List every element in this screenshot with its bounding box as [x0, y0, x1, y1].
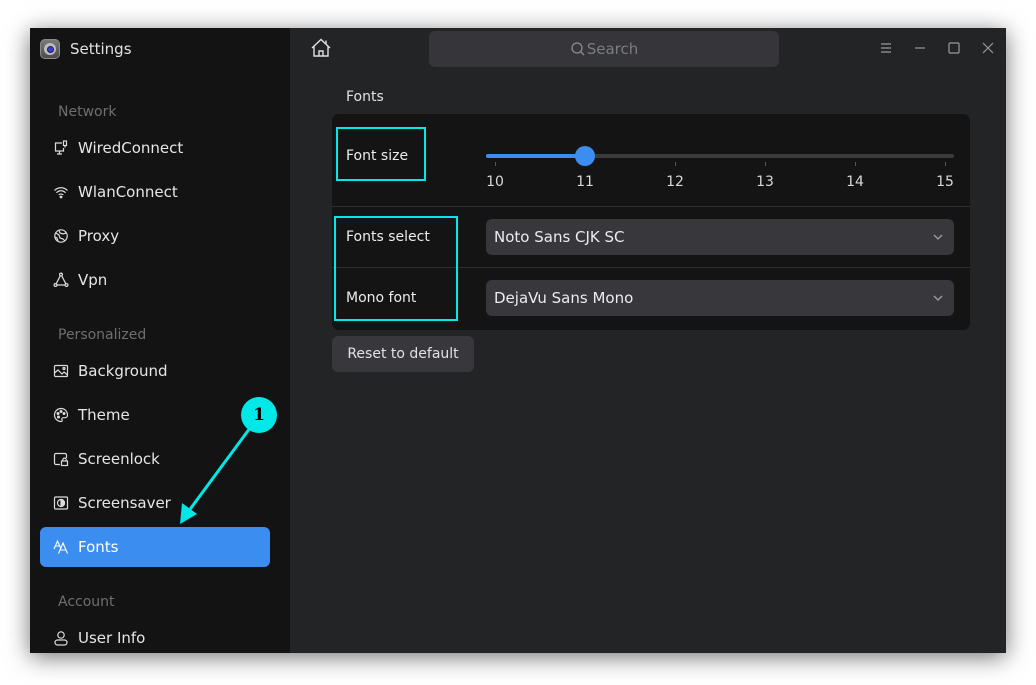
- slider-tick-label: 12: [666, 174, 684, 190]
- font-size-slider[interactable]: 10 11 12 13 14 15: [486, 144, 954, 190]
- sidebar: Settings Network WiredConnect WlanConnec…: [30, 28, 290, 653]
- sidebar-item-fonts[interactable]: Fonts: [40, 527, 270, 567]
- sidebar-item-label: Fonts: [78, 538, 119, 556]
- divider: [332, 267, 970, 268]
- vpn-icon: [53, 272, 69, 288]
- sidebar-item-label: Screenlock: [78, 450, 160, 468]
- image-icon: [53, 363, 69, 379]
- slider-tick-label: 13: [756, 174, 774, 190]
- menu-icon: [881, 43, 891, 53]
- fonts-settings-card: Font size 10 11 12 13 14 15 Fonts select Noto…: [332, 114, 970, 330]
- sidebar-item-wiredconnect[interactable]: WiredConnect: [40, 128, 270, 168]
- sidebar-item-wlanconnect[interactable]: WlanConnect: [40, 172, 270, 212]
- settings-window: Settings Network WiredConnect WlanConnec…: [30, 28, 1006, 653]
- user-icon: [53, 630, 69, 646]
- search-icon: [571, 42, 585, 56]
- fonts-icon: [53, 539, 69, 555]
- mono-font-value: DejaVu Sans Mono: [494, 289, 634, 307]
- mono-font-label: Mono font: [346, 290, 417, 306]
- slider-fill: [486, 154, 585, 158]
- sidebar-item-theme[interactable]: Theme: [40, 395, 270, 435]
- sidebar-item-label: WiredConnect: [78, 139, 184, 157]
- maximize-button[interactable]: [946, 40, 962, 56]
- title-bar: Search: [290, 28, 1006, 72]
- wifi-icon: [53, 184, 69, 200]
- group-label-network: Network: [58, 104, 117, 120]
- sidebar-item-label: User Info: [78, 629, 146, 647]
- maximize-icon: [948, 42, 960, 54]
- chevron-down-icon: [933, 234, 943, 240]
- fonts-select-value: Noto Sans CJK SC: [494, 228, 625, 246]
- sidebar-item-user-info[interactable]: User Info: [40, 618, 270, 653]
- sidebar-item-label: Screensaver: [78, 494, 171, 512]
- sidebar-item-label: WlanConnect: [78, 183, 178, 201]
- sidebar-item-label: Proxy: [78, 227, 120, 245]
- slider-tick: [495, 162, 496, 166]
- slider-tick-label: 15: [936, 174, 954, 190]
- globe-icon: [53, 228, 69, 244]
- home-icon: [311, 38, 331, 57]
- fonts-select-label: Fonts select: [346, 229, 430, 245]
- chevron-down-icon: [933, 295, 943, 301]
- section-title: Fonts: [346, 89, 384, 105]
- sidebar-item-label: Vpn: [78, 271, 108, 289]
- slider-tick: [855, 162, 856, 166]
- minimize-icon: [915, 47, 925, 49]
- app-title-text: Settings: [70, 40, 132, 58]
- app-title: Settings: [40, 39, 132, 59]
- sidebar-item-label: Background: [78, 362, 168, 380]
- close-button[interactable]: [980, 40, 996, 56]
- sidebar-item-background[interactable]: Background: [40, 351, 270, 391]
- sidebar-item-screensaver[interactable]: Screensaver: [40, 483, 270, 523]
- slider-tick: [675, 162, 676, 166]
- mono-font-dropdown[interactable]: DejaVu Sans Mono: [486, 280, 954, 316]
- search-placeholder: Search: [586, 40, 639, 58]
- group-label-personalized: Personalized: [58, 327, 147, 343]
- search-input[interactable]: Search: [429, 31, 779, 67]
- home-button[interactable]: [310, 37, 332, 59]
- sidebar-item-proxy[interactable]: Proxy: [40, 216, 270, 256]
- annotation-step-badge: 1: [241, 397, 277, 433]
- sidebar-item-vpn[interactable]: Vpn: [40, 260, 270, 300]
- group-label-account: Account: [58, 594, 115, 610]
- screenlock-icon: [53, 451, 69, 467]
- settings-app-icon: [40, 39, 60, 59]
- screensaver-icon: [53, 495, 69, 511]
- reset-to-default-button[interactable]: Reset to default: [332, 336, 474, 372]
- slider-tick-label: 11: [576, 174, 594, 190]
- minimize-button[interactable]: [912, 40, 928, 56]
- wired-connect-icon: [53, 140, 69, 156]
- sidebar-item-label: Theme: [78, 406, 130, 424]
- slider-tick-label: 10: [486, 174, 504, 190]
- menu-button[interactable]: [878, 40, 894, 56]
- slider-thumb[interactable]: [575, 146, 595, 166]
- palette-icon: [53, 407, 69, 423]
- sidebar-item-screenlock[interactable]: Screenlock: [40, 439, 270, 479]
- fonts-select-dropdown[interactable]: Noto Sans CJK SC: [486, 219, 954, 255]
- divider: [332, 206, 970, 207]
- font-size-label: Font size: [346, 148, 409, 164]
- close-icon: [982, 42, 994, 54]
- slider-tick: [945, 162, 946, 166]
- slider-tick: [765, 162, 766, 166]
- slider-tick-label: 14: [846, 174, 864, 190]
